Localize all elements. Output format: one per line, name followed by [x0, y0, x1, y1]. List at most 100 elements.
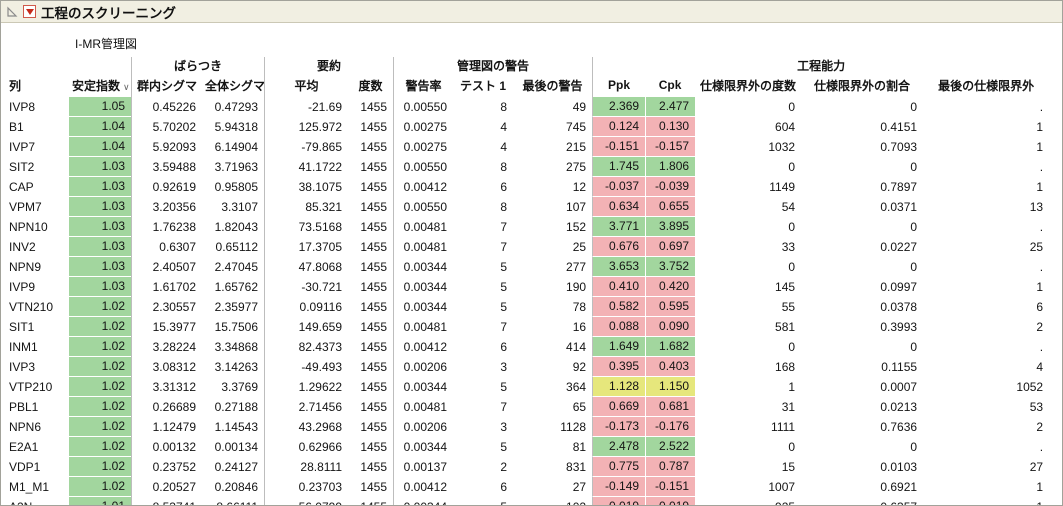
test1-cell: 5: [453, 277, 513, 297]
process-name-cell: NPN6: [9, 417, 69, 437]
column-header-count[interactable]: 度数: [348, 75, 393, 97]
mean-cell: 85.321: [264, 197, 348, 217]
table-row[interactable]: M1_M1 1.02 0.20527 0.20846 0.23703 1455 …: [9, 477, 1049, 497]
cpk-cell: 0.655: [645, 197, 695, 217]
stability-index-cell: 1.03: [69, 277, 131, 297]
mean-cell: 0.62966: [264, 437, 348, 457]
ppk-cell: -0.151: [592, 137, 645, 157]
count-cell: 1455: [348, 337, 393, 357]
last-alarm-cell: 745: [513, 117, 592, 137]
table-row[interactable]: IVP9 1.03 1.61702 1.65762 -30.721 1455 0…: [9, 277, 1049, 297]
cpk-cell: 3.752: [645, 257, 695, 277]
table-row[interactable]: SIT1 1.02 15.3977 15.7506 149.659 1455 0…: [9, 317, 1049, 337]
table-row[interactable]: NPN9 1.03 2.40507 2.47045 47.8068 1455 0…: [9, 257, 1049, 277]
count-cell: 1455: [348, 277, 393, 297]
column-header-oos-proportion[interactable]: 仕様限界外の割合: [801, 75, 923, 97]
test1-cell: 6: [453, 177, 513, 197]
table-row[interactable]: IVP8 1.05 0.45226 0.47293 -21.69 1455 0.…: [9, 97, 1049, 117]
table-row[interactable]: IVP3 1.02 3.08312 3.14263 -49.493 1455 0…: [9, 357, 1049, 377]
outline-disclosure-icon[interactable]: [5, 5, 18, 18]
column-header-ppk[interactable]: Ppk: [592, 75, 645, 97]
table-row[interactable]: SIT2 1.03 3.59488 3.71963 41.1722 1455 0…: [9, 157, 1049, 177]
overall-sigma-cell: 0.00134: [202, 437, 264, 457]
oos-count-cell: 1032: [695, 137, 801, 157]
column-header-oos-count[interactable]: 仕様限界外の度数: [695, 75, 801, 97]
cpk-cell: 0.420: [645, 277, 695, 297]
process-name-cell: IVP8: [9, 97, 69, 117]
last-alarm-cell: 215: [513, 137, 592, 157]
table-row[interactable]: NPN10 1.03 1.76238 1.82043 73.5168 1455 …: [9, 217, 1049, 237]
test1-cell: 8: [453, 157, 513, 177]
column-header-last-oos[interactable]: 最後の仕様限界外: [923, 75, 1049, 97]
process-name-cell: PBL1: [9, 397, 69, 417]
column-header-test1[interactable]: テスト 1: [453, 75, 513, 97]
alarm-rate-cell: 0.00550: [393, 157, 453, 177]
mean-cell: 43.2968: [264, 417, 348, 437]
mean-cell: 47.8068: [264, 257, 348, 277]
oos-proportion-cell: 0: [801, 257, 923, 277]
test1-cell: 6: [453, 477, 513, 497]
column-header-alarm-rate[interactable]: 警告率: [393, 75, 453, 97]
table-row[interactable]: NPN6 1.02 1.12479 1.14543 43.2968 1455 0…: [9, 417, 1049, 437]
cpk-cell: 0.595: [645, 297, 695, 317]
test1-cell: 7: [453, 397, 513, 417]
mean-cell: 2.71456: [264, 397, 348, 417]
table-row[interactable]: A2N 1.01 8.53741 8.66111 56.0799 1455 0.…: [9, 497, 1049, 506]
column-header-cpk[interactable]: Cpk: [645, 75, 695, 97]
column-header-name[interactable]: 列: [9, 75, 69, 97]
column-header-stability[interactable]: 安定指数∨: [69, 75, 131, 97]
red-triangle-menu-button[interactable]: [23, 5, 36, 18]
column-header-last-alarm[interactable]: 最後の警告: [513, 75, 592, 97]
oos-proportion-cell: 0: [801, 217, 923, 237]
stability-index-cell: 1.02: [69, 317, 131, 337]
alarm-rate-cell: 0.00275: [393, 117, 453, 137]
alarm-rate-cell: 0.00481: [393, 237, 453, 257]
count-cell: 1455: [348, 317, 393, 337]
table-row[interactable]: VTP210 1.02 3.31312 3.3769 1.29622 1455 …: [9, 377, 1049, 397]
table-row[interactable]: VPM7 1.03 3.20356 3.3107 85.321 1455 0.0…: [9, 197, 1049, 217]
table-row[interactable]: INV2 1.03 0.6307 0.65112 17.3705 1455 0.…: [9, 237, 1049, 257]
test1-cell: 8: [453, 97, 513, 117]
stability-index-cell: 1.03: [69, 257, 131, 277]
last-alarm-cell: 65: [513, 397, 592, 417]
alarm-rate-cell: 0.00206: [393, 417, 453, 437]
ppk-cell: 0.669: [592, 397, 645, 417]
overall-sigma-cell: 6.14904: [202, 137, 264, 157]
table-row[interactable]: B1 1.04 5.70202 5.94318 125.972 1455 0.0…: [9, 117, 1049, 137]
table-row[interactable]: INM1 1.02 3.28224 3.34868 82.4373 1455 0…: [9, 337, 1049, 357]
test1-cell: 2: [453, 457, 513, 477]
column-header-within-sigma[interactable]: 群内シグマ: [131, 75, 202, 97]
table-row[interactable]: CAP 1.03 0.92619 0.95805 38.1075 1455 0.…: [9, 177, 1049, 197]
overall-sigma-cell: 3.14263: [202, 357, 264, 377]
process-name-cell: INV2: [9, 237, 69, 257]
table-row[interactable]: VTN210 1.02 2.30557 2.35977 0.09116 1455…: [9, 297, 1049, 317]
last-alarm-cell: 414: [513, 337, 592, 357]
column-header-overall-sigma[interactable]: 全体シグマ: [202, 75, 264, 97]
oos-proportion-cell: 0.0378: [801, 297, 923, 317]
alarm-rate-cell: 0.00344: [393, 497, 453, 506]
group-header-alarms: 管理図の警告: [393, 57, 592, 75]
mean-cell: 1.29622: [264, 377, 348, 397]
mean-cell: 56.0799: [264, 497, 348, 506]
table-row[interactable]: PBL1 1.02 0.26689 0.27188 2.71456 1455 0…: [9, 397, 1049, 417]
test1-cell: 3: [453, 357, 513, 377]
overall-sigma-cell: 1.14543: [202, 417, 264, 437]
ppk-cell: 3.653: [592, 257, 645, 277]
oos-proportion-cell: 0.7093: [801, 137, 923, 157]
process-name-cell: VTP210: [9, 377, 69, 397]
report-title: 工程のスクリーニング: [41, 2, 176, 22]
count-cell: 1455: [348, 417, 393, 437]
table-row[interactable]: IVP7 1.04 5.92093 6.14904 -79.865 1455 0…: [9, 137, 1049, 157]
column-header-mean[interactable]: 平均: [264, 75, 348, 97]
within-sigma-cell: 3.28224: [131, 337, 202, 357]
table-row[interactable]: VDP1 1.02 0.23752 0.24127 28.8111 1455 0…: [9, 457, 1049, 477]
table-row[interactable]: E2A1 1.02 0.00132 0.00134 0.62966 1455 0…: [9, 437, 1049, 457]
oos-count-cell: 1007: [695, 477, 801, 497]
within-sigma-cell: 3.08312: [131, 357, 202, 377]
last-alarm-cell: 78: [513, 297, 592, 317]
oos-count-cell: 55: [695, 297, 801, 317]
count-cell: 1455: [348, 157, 393, 177]
count-cell: 1455: [348, 397, 393, 417]
within-sigma-cell: 1.61702: [131, 277, 202, 297]
cpk-cell: -0.151: [645, 477, 695, 497]
